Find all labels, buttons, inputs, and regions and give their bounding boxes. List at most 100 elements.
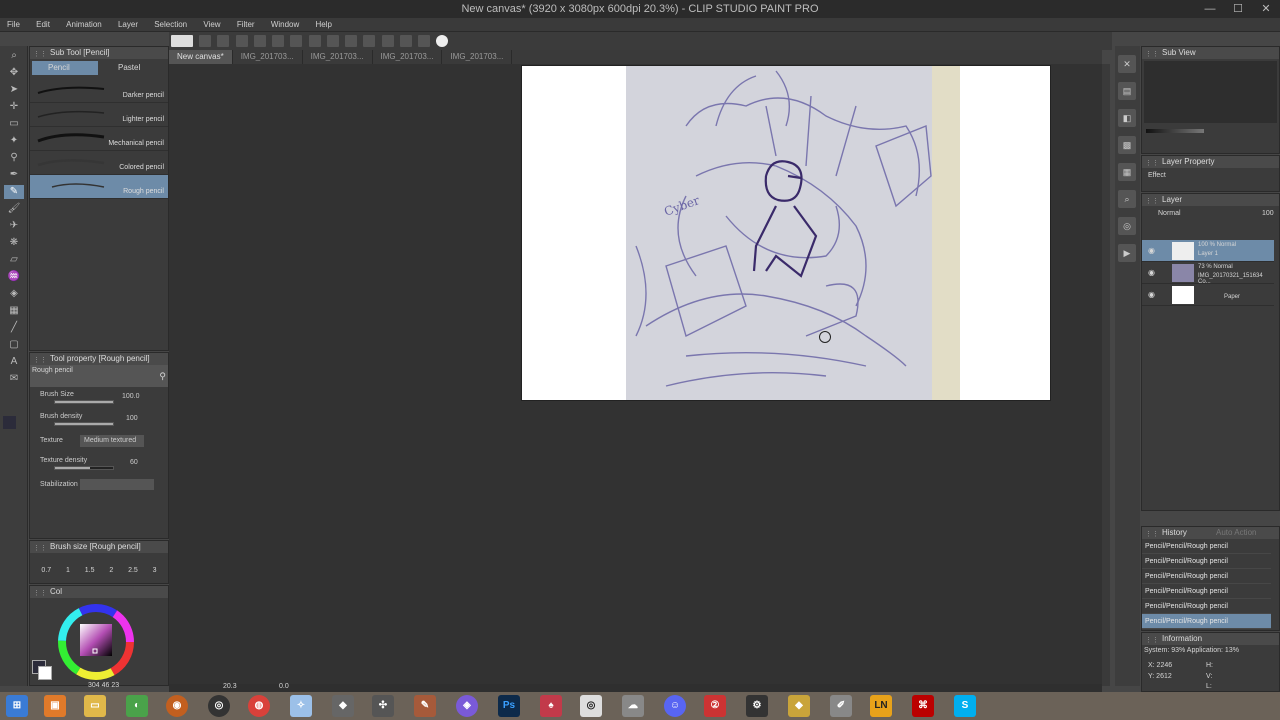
brush-mechanical-pencil[interactable]: Mechanical pencil: [30, 127, 168, 151]
clip-studio-active-icon[interactable]: ◎: [580, 695, 602, 717]
opacity-value[interactable]: 100: [1262, 210, 1274, 217]
menu-help[interactable]: Help: [309, 18, 339, 32]
brush-density-value[interactable]: 100: [126, 415, 138, 422]
brush-tool-icon[interactable]: 🖌: [4, 202, 24, 216]
close-panel-icon[interactable]: ✕: [1118, 55, 1136, 73]
animation-icon[interactable]: ▶: [1118, 244, 1136, 262]
clip-studio-icon[interactable]: [171, 35, 193, 47]
zoom-tool-icon[interactable]: ⌕: [4, 49, 24, 63]
tab-image[interactable]: IMG_201703...: [442, 50, 513, 64]
texture-density-slider[interactable]: [54, 466, 114, 470]
tab-image[interactable]: IMG_201703...: [233, 50, 303, 64]
menu-file[interactable]: File: [0, 18, 27, 32]
save-icon[interactable]: [235, 35, 248, 47]
brush-lighter-pencil[interactable]: Lighter pencil: [30, 103, 168, 127]
transform-icon[interactable]: [290, 35, 303, 47]
blend-mode-select[interactable]: Normal: [1158, 210, 1181, 217]
unity-icon[interactable]: ②: [704, 695, 726, 717]
fill-tool-icon[interactable]: ◈: [4, 287, 24, 301]
app-icon[interactable]: ☁: [622, 695, 644, 717]
sketchbook-icon[interactable]: ✣: [372, 695, 394, 717]
menu-window[interactable]: Window: [264, 18, 306, 32]
item-bank-icon[interactable]: ◎: [1118, 217, 1136, 235]
layer-list-icon[interactable]: ▦: [1118, 163, 1136, 181]
decoration-tool-icon[interactable]: ❋: [4, 236, 24, 250]
move-layer-tool-icon[interactable]: ✛: [4, 100, 24, 114]
material-icon[interactable]: ◧: [1118, 109, 1136, 127]
menu-edit[interactable]: Edit: [29, 18, 57, 32]
size-preset[interactable]: 0.7: [41, 567, 51, 574]
size-preset[interactable]: 2.5: [128, 567, 138, 574]
tab-image[interactable]: IMG_201703...: [373, 50, 443, 64]
discord-icon[interactable]: ☺: [664, 695, 686, 717]
frame-tool-icon[interactable]: ▢: [4, 338, 24, 352]
brush-darker-pencil[interactable]: Darker pencil: [30, 79, 168, 103]
snap-grid-icon[interactable]: [381, 35, 394, 47]
chrome-icon[interactable]: ◍: [248, 695, 270, 717]
eyedropper-tool-icon[interactable]: ⚲: [4, 151, 24, 165]
gradient-tool-icon[interactable]: ▦: [4, 304, 24, 318]
brush-rough-pencil[interactable]: Rough pencil: [30, 175, 168, 199]
brush-colored-pencil[interactable]: Colored pencil: [30, 151, 168, 175]
size-preset[interactable]: 1.5: [85, 567, 95, 574]
balloon-tool-icon[interactable]: ✉: [4, 372, 24, 386]
clear-icon[interactable]: [308, 35, 321, 47]
skype-icon[interactable]: S: [954, 695, 976, 717]
texture-select[interactable]: Medium textured: [80, 435, 144, 447]
eye-icon[interactable]: ◉: [1148, 290, 1155, 299]
sub-view-zoom-slider[interactable]: [1146, 129, 1204, 133]
tab-image[interactable]: IMG_201703...: [303, 50, 373, 64]
zoom-value[interactable]: 20.3: [223, 683, 237, 690]
obs-icon[interactable]: ◎: [208, 695, 230, 717]
menu-view[interactable]: View: [196, 18, 227, 32]
stabilization-slider[interactable]: [80, 479, 154, 490]
krita-icon[interactable]: ◈: [456, 695, 478, 717]
snap-ruler-icon[interactable]: [363, 35, 376, 47]
tab-pastel[interactable]: Pastel: [100, 61, 166, 75]
inkscape-icon[interactable]: ◆: [332, 695, 354, 717]
acrobat-icon[interactable]: ⌘: [912, 695, 934, 717]
selection-tool-icon[interactable]: ▭: [4, 117, 24, 131]
vertical-scrollbar[interactable]: [1102, 64, 1110, 686]
sub-view-display[interactable]: [1144, 61, 1277, 123]
open-file-icon[interactable]: [217, 35, 230, 47]
paint-palette-icon[interactable]: ◐: [126, 695, 148, 717]
windows-start-icon[interactable]: ⊞: [6, 695, 28, 717]
layer-row-layer1[interactable]: ◉ 100 % Normal Layer 1: [1142, 240, 1274, 262]
eye-icon[interactable]: ◉: [1148, 246, 1155, 255]
brush-density-slider[interactable]: [54, 422, 114, 426]
clip-studio-icon[interactable]: ✧: [290, 695, 312, 717]
navigator-icon[interactable]: ▤: [1118, 82, 1136, 100]
snap-icon[interactable]: [399, 35, 412, 47]
auto-select-tool-icon[interactable]: ✦: [4, 134, 24, 148]
new-file-icon[interactable]: [199, 35, 212, 47]
operation-tool-icon[interactable]: ➤: [4, 83, 24, 97]
auto-action-tab[interactable]: Auto Action: [1216, 527, 1256, 539]
main-color-swatch[interactable]: [3, 416, 16, 429]
pencil-tool-icon[interactable]: ✎: [4, 185, 24, 199]
menu-animation[interactable]: Animation: [59, 18, 109, 32]
airbrush-tool-icon[interactable]: ✈: [4, 219, 24, 233]
brush-size-value[interactable]: 100.0: [122, 393, 140, 400]
pen-tool-icon[interactable]: ✒: [4, 168, 24, 182]
size-preset[interactable]: 3: [153, 567, 157, 574]
menu-selection[interactable]: Selection: [147, 18, 194, 32]
lightroom-icon[interactable]: LN: [870, 695, 892, 717]
file-explorer-icon[interactable]: ▣: [44, 695, 66, 717]
history-item[interactable]: Pencil/Pencil/Rough pencil: [1142, 539, 1271, 554]
menu-filter[interactable]: Filter: [230, 18, 262, 32]
unity-dark-icon[interactable]: ⚙: [746, 695, 768, 717]
history-item[interactable]: Pencil/Pencil/Rough pencil: [1142, 554, 1271, 569]
color-wheel[interactable]: [56, 602, 136, 682]
redo-icon[interactable]: [272, 35, 285, 47]
photoshop-icon[interactable]: Ps: [498, 695, 520, 717]
sub-color-chip[interactable]: [38, 666, 52, 680]
close-button[interactable]: ✕: [1252, 0, 1280, 18]
brush-size-slider[interactable]: [54, 400, 114, 404]
blend-tool-icon[interactable]: ♒: [4, 270, 24, 284]
size-preset[interactable]: 1: [66, 567, 70, 574]
history-item[interactable]: Pencil/Pencil/Rough pencil: [1142, 584, 1271, 599]
history-item[interactable]: Pencil/Pencil/Rough pencil: [1142, 614, 1271, 629]
fill-icon[interactable]: [326, 35, 339, 47]
aseprite-icon[interactable]: ◆: [788, 695, 810, 717]
